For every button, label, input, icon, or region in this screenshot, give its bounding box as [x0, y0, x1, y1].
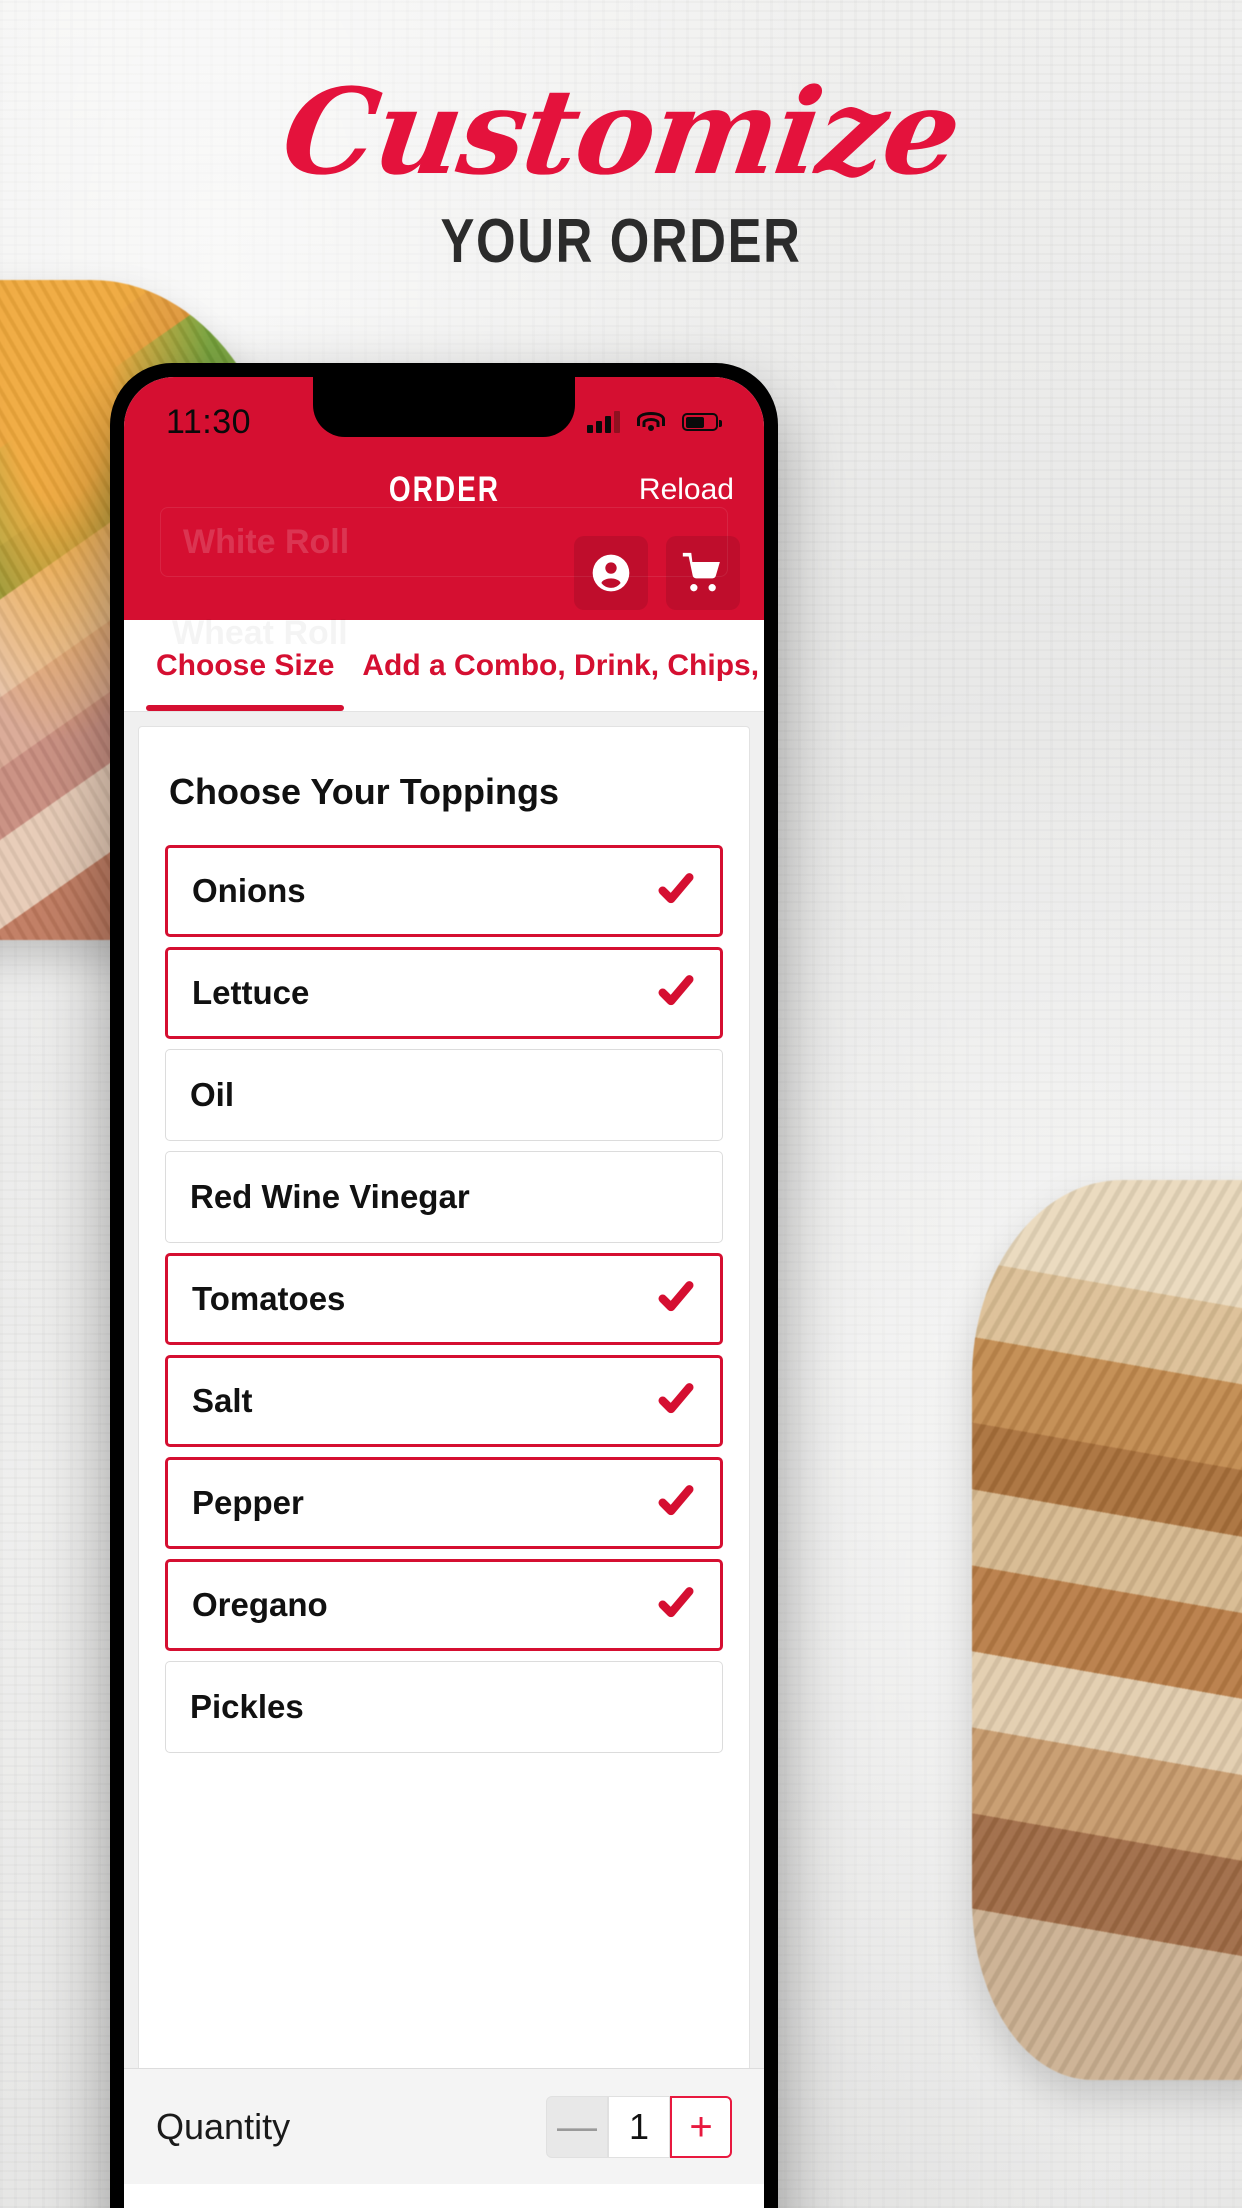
- check-icon: [656, 1583, 696, 1628]
- quantity-value[interactable]: 1: [608, 2095, 670, 2158]
- shopping-cart-icon: [682, 552, 720, 591]
- header-icon-band: White Roll: [124, 507, 764, 620]
- topping-row[interactable]: Oil: [165, 1049, 723, 1141]
- topping-label: Pickles: [190, 1688, 304, 1725]
- status-time: 11:30: [166, 402, 252, 441]
- ghost-option-label: White Roll: [183, 522, 350, 561]
- hero-subtitle: YOUR ORDER: [440, 206, 802, 276]
- tab-choose-size[interactable]: Choose Size: [142, 620, 348, 711]
- wifi-icon: [637, 411, 665, 433]
- status-icons: [587, 411, 722, 433]
- topping-label: Tomatoes: [192, 1280, 346, 1317]
- topping-label: Salt: [192, 1382, 253, 1419]
- topping-row[interactable]: Oregano: [165, 1559, 723, 1651]
- check-icon: [656, 971, 696, 1016]
- hero-headline: Customize YOUR ORDER: [0, 62, 1242, 277]
- check-icon: [656, 869, 696, 914]
- status-bar: 11:30: [124, 377, 764, 455]
- quantity-increment-button[interactable]: +: [670, 2095, 732, 2158]
- account-button[interactable]: [574, 535, 648, 610]
- tab-bar: Wheat Roll Choose Size Add a Combo, Drin…: [124, 614, 764, 712]
- topping-row[interactable]: Pickles: [165, 1661, 723, 1753]
- account-circle-icon: [592, 554, 630, 591]
- sandwich-photo-right: [972, 1180, 1242, 2080]
- phone-mockup: 11:30 ORDER Reload White Roll Choose Siz…: [110, 363, 778, 2208]
- quantity-label: Quantity: [156, 2105, 291, 2147]
- tab-add-combo[interactable]: Add a Combo, Drink, Chips, or Fresh Bake…: [348, 620, 764, 711]
- page-title: ORDER: [388, 470, 500, 509]
- hero-script-title: Customize: [274, 62, 968, 201]
- topping-row[interactable]: Red Wine Vinegar: [165, 1151, 723, 1243]
- quantity-decrement-button[interactable]: —: [546, 2095, 608, 2158]
- topping-label: Lettuce: [192, 974, 310, 1011]
- content-area: Choose Your Toppings Onions Lettuce Oil …: [124, 712, 764, 2184]
- cellular-signal-icon: [587, 411, 620, 433]
- toppings-card: Choose Your Toppings Onions Lettuce Oil …: [138, 726, 750, 2184]
- quantity-stepper: — 1 +: [546, 2095, 732, 2158]
- check-icon: [656, 1481, 696, 1526]
- topping-label: Pepper: [192, 1484, 304, 1521]
- topping-row[interactable]: Onions: [165, 845, 723, 937]
- topping-row[interactable]: Lettuce: [165, 947, 723, 1039]
- card-title: Choose Your Toppings: [169, 771, 559, 812]
- topping-row[interactable]: Tomatoes: [165, 1253, 723, 1345]
- check-icon: [656, 1379, 696, 1424]
- topping-row[interactable]: Salt: [165, 1355, 723, 1447]
- topping-label: Onions: [192, 872, 306, 909]
- topping-label: Oregano: [192, 1586, 328, 1623]
- check-icon: [656, 1277, 696, 1322]
- battery-icon: [682, 413, 722, 431]
- topping-label: Oil: [190, 1076, 235, 1113]
- phone-notch: [313, 377, 575, 437]
- topping-row[interactable]: Pepper: [165, 1457, 723, 1549]
- topping-label: Red Wine Vinegar: [190, 1178, 470, 1215]
- reload-button[interactable]: Reload: [639, 473, 734, 507]
- cart-button[interactable]: [666, 535, 740, 610]
- phone-screen: 11:30 ORDER Reload White Roll Choose Siz…: [124, 377, 764, 2208]
- quantity-bar: Quantity — 1 +: [124, 2068, 764, 2184]
